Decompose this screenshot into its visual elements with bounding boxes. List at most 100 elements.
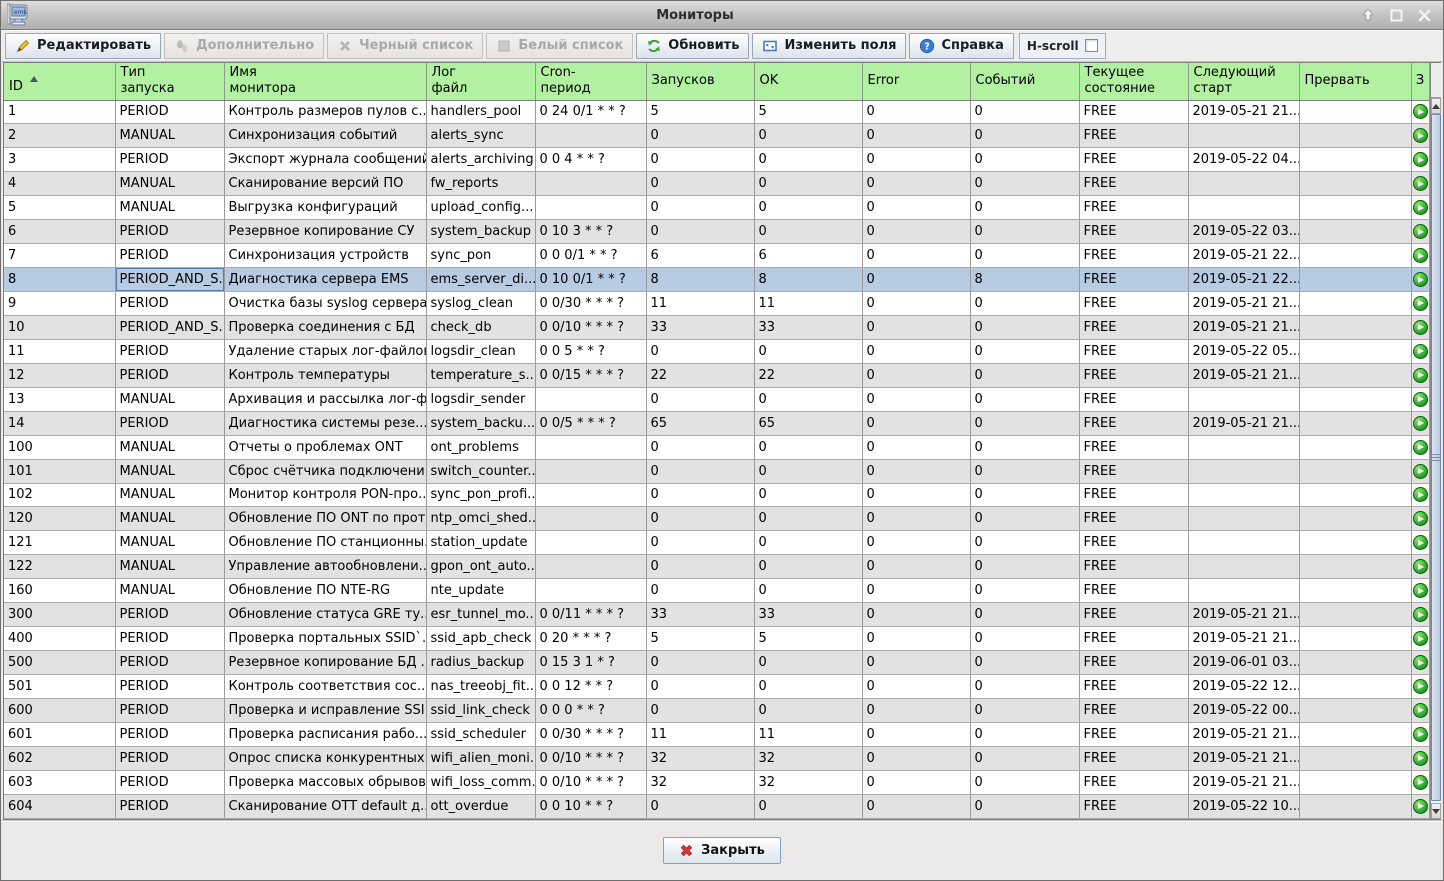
cell-starts[interactable]: 6 <box>646 244 754 268</box>
cell-state[interactable]: FREE <box>1079 435 1188 459</box>
cell-cron[interactable] <box>535 387 646 411</box>
hscroll-checkbox[interactable] <box>1085 39 1098 52</box>
cell-events[interactable]: 0 <box>970 794 1079 818</box>
cell-run[interactable] <box>1411 148 1429 172</box>
cell-name[interactable]: Резервное копирование БД ... <box>224 651 426 675</box>
cell-interrupt[interactable] <box>1299 387 1411 411</box>
run-monitor-button[interactable] <box>1413 487 1428 502</box>
cell-run[interactable] <box>1411 651 1429 675</box>
cell-interrupt[interactable] <box>1299 459 1411 483</box>
cell-error[interactable]: 0 <box>862 603 970 627</box>
cell-interrupt[interactable] <box>1299 722 1411 746</box>
cell-name[interactable]: Монитор контроля PON-про... <box>224 483 426 507</box>
column-header-ok[interactable]: OK <box>754 63 862 100</box>
cell-interrupt[interactable] <box>1299 675 1411 699</box>
table-row[interactable]: 1PERIODКонтроль размеров пулов с...handl… <box>4 100 1429 124</box>
cell-interrupt[interactable] <box>1299 220 1411 244</box>
column-header-events[interactable]: Событий <box>970 63 1079 100</box>
cell-type[interactable]: PERIOD <box>115 698 224 722</box>
cell-run[interactable] <box>1411 268 1429 292</box>
cell-events[interactable]: 0 <box>970 698 1079 722</box>
vertical-scrollbar[interactable] <box>1430 63 1441 819</box>
cell-id[interactable]: 8 <box>4 268 115 292</box>
cell-interrupt[interactable] <box>1299 435 1411 459</box>
cell-interrupt[interactable] <box>1299 483 1411 507</box>
cell-run[interactable] <box>1411 794 1429 818</box>
column-header-error[interactable]: Error <box>862 63 970 100</box>
table-row[interactable]: 602PERIODОпрос списка конкурентных...wif… <box>4 746 1429 770</box>
cell-cron[interactable]: 0 0/30 * * * ? <box>535 722 646 746</box>
cell-events[interactable]: 0 <box>970 722 1079 746</box>
cell-name[interactable]: Синхронизация устройств <box>224 244 426 268</box>
cell-interrupt[interactable] <box>1299 531 1411 555</box>
cell-ok[interactable]: 0 <box>754 172 862 196</box>
cell-log[interactable]: logsdir_sender <box>426 387 535 411</box>
cell-ok[interactable]: 0 <box>754 675 862 699</box>
cell-next[interactable] <box>1188 555 1299 579</box>
cell-cron[interactable]: 0 0/10 * * * ? <box>535 315 646 339</box>
cell-next[interactable] <box>1188 507 1299 531</box>
cell-state[interactable]: FREE <box>1079 722 1188 746</box>
cell-id[interactable]: 3 <box>4 148 115 172</box>
cell-name[interactable]: Синхронизация событий <box>224 124 426 148</box>
cell-events[interactable]: 0 <box>970 387 1079 411</box>
run-monitor-button[interactable] <box>1413 655 1428 670</box>
cell-type[interactable]: MANUAL <box>115 579 224 603</box>
table-row[interactable]: 4MANUALСканирование версий ПОfw_reports0… <box>4 172 1429 196</box>
run-monitor-button[interactable] <box>1413 511 1428 526</box>
cell-state[interactable]: FREE <box>1079 603 1188 627</box>
column-header-name[interactable]: Имя монитора <box>224 63 426 100</box>
run-monitor-button[interactable] <box>1413 799 1428 814</box>
cell-starts[interactable]: 0 <box>646 220 754 244</box>
cell-run[interactable] <box>1411 100 1429 124</box>
cell-interrupt[interactable] <box>1299 579 1411 603</box>
cell-cron[interactable]: 0 20 * * * ? <box>535 627 646 651</box>
cell-ok[interactable]: 6 <box>754 244 862 268</box>
column-header-interrupt[interactable]: Прервать <box>1299 63 1411 100</box>
cell-interrupt[interactable] <box>1299 651 1411 675</box>
cell-next[interactable] <box>1188 483 1299 507</box>
edit-fields-button[interactable]: Изменить поля <box>752 33 906 59</box>
cell-interrupt[interactable] <box>1299 292 1411 316</box>
run-monitor-button[interactable] <box>1413 583 1428 598</box>
cell-events[interactable]: 8 <box>970 268 1079 292</box>
cell-next[interactable]: 2019-05-21 21... <box>1188 363 1299 387</box>
cell-state[interactable]: FREE <box>1079 459 1188 483</box>
cell-name[interactable]: Отчеты о проблемах ONT <box>224 435 426 459</box>
cell-cron[interactable]: 0 0/10 * * * ? <box>535 746 646 770</box>
cell-state[interactable]: FREE <box>1079 579 1188 603</box>
cell-error[interactable]: 0 <box>862 268 970 292</box>
cell-type[interactable]: MANUAL <box>115 555 224 579</box>
cell-starts[interactable]: 0 <box>646 698 754 722</box>
run-monitor-button[interactable] <box>1413 679 1428 694</box>
cell-name[interactable]: Обновление ПО станционны... <box>224 531 426 555</box>
cell-run[interactable] <box>1411 770 1429 794</box>
cell-name[interactable]: Опрос списка конкурентных... <box>224 746 426 770</box>
cell-starts[interactable]: 0 <box>646 435 754 459</box>
cell-starts[interactable]: 22 <box>646 363 754 387</box>
cell-run[interactable] <box>1411 555 1429 579</box>
cell-events[interactable]: 0 <box>970 483 1079 507</box>
cell-cron[interactable]: 0 0/10 * * * ? <box>535 770 646 794</box>
cell-error[interactable]: 0 <box>862 435 970 459</box>
cell-error[interactable]: 0 <box>862 531 970 555</box>
cell-state[interactable]: FREE <box>1079 292 1188 316</box>
refresh-button[interactable]: Обновить <box>636 33 749 59</box>
cell-type[interactable]: MANUAL <box>115 435 224 459</box>
cell-interrupt[interactable] <box>1299 770 1411 794</box>
cell-log[interactable]: ssid_apb_check <box>426 627 535 651</box>
cell-events[interactable]: 0 <box>970 746 1079 770</box>
cell-id[interactable]: 601 <box>4 722 115 746</box>
cell-error[interactable]: 0 <box>862 244 970 268</box>
cell-name[interactable]: Диагностика системы резе... <box>224 411 426 435</box>
cell-id[interactable]: 11 <box>4 339 115 363</box>
cell-type[interactable]: PERIOD <box>115 411 224 435</box>
cell-cron[interactable] <box>535 196 646 220</box>
table-row[interactable]: 12PERIODКонтроль температурыtemperature_… <box>4 363 1429 387</box>
cell-ok[interactable]: 0 <box>754 148 862 172</box>
cell-state[interactable]: FREE <box>1079 100 1188 124</box>
cell-error[interactable]: 0 <box>862 675 970 699</box>
cell-run[interactable] <box>1411 531 1429 555</box>
cell-name[interactable]: Диагностика сервера EMS <box>224 268 426 292</box>
cell-interrupt[interactable] <box>1299 124 1411 148</box>
